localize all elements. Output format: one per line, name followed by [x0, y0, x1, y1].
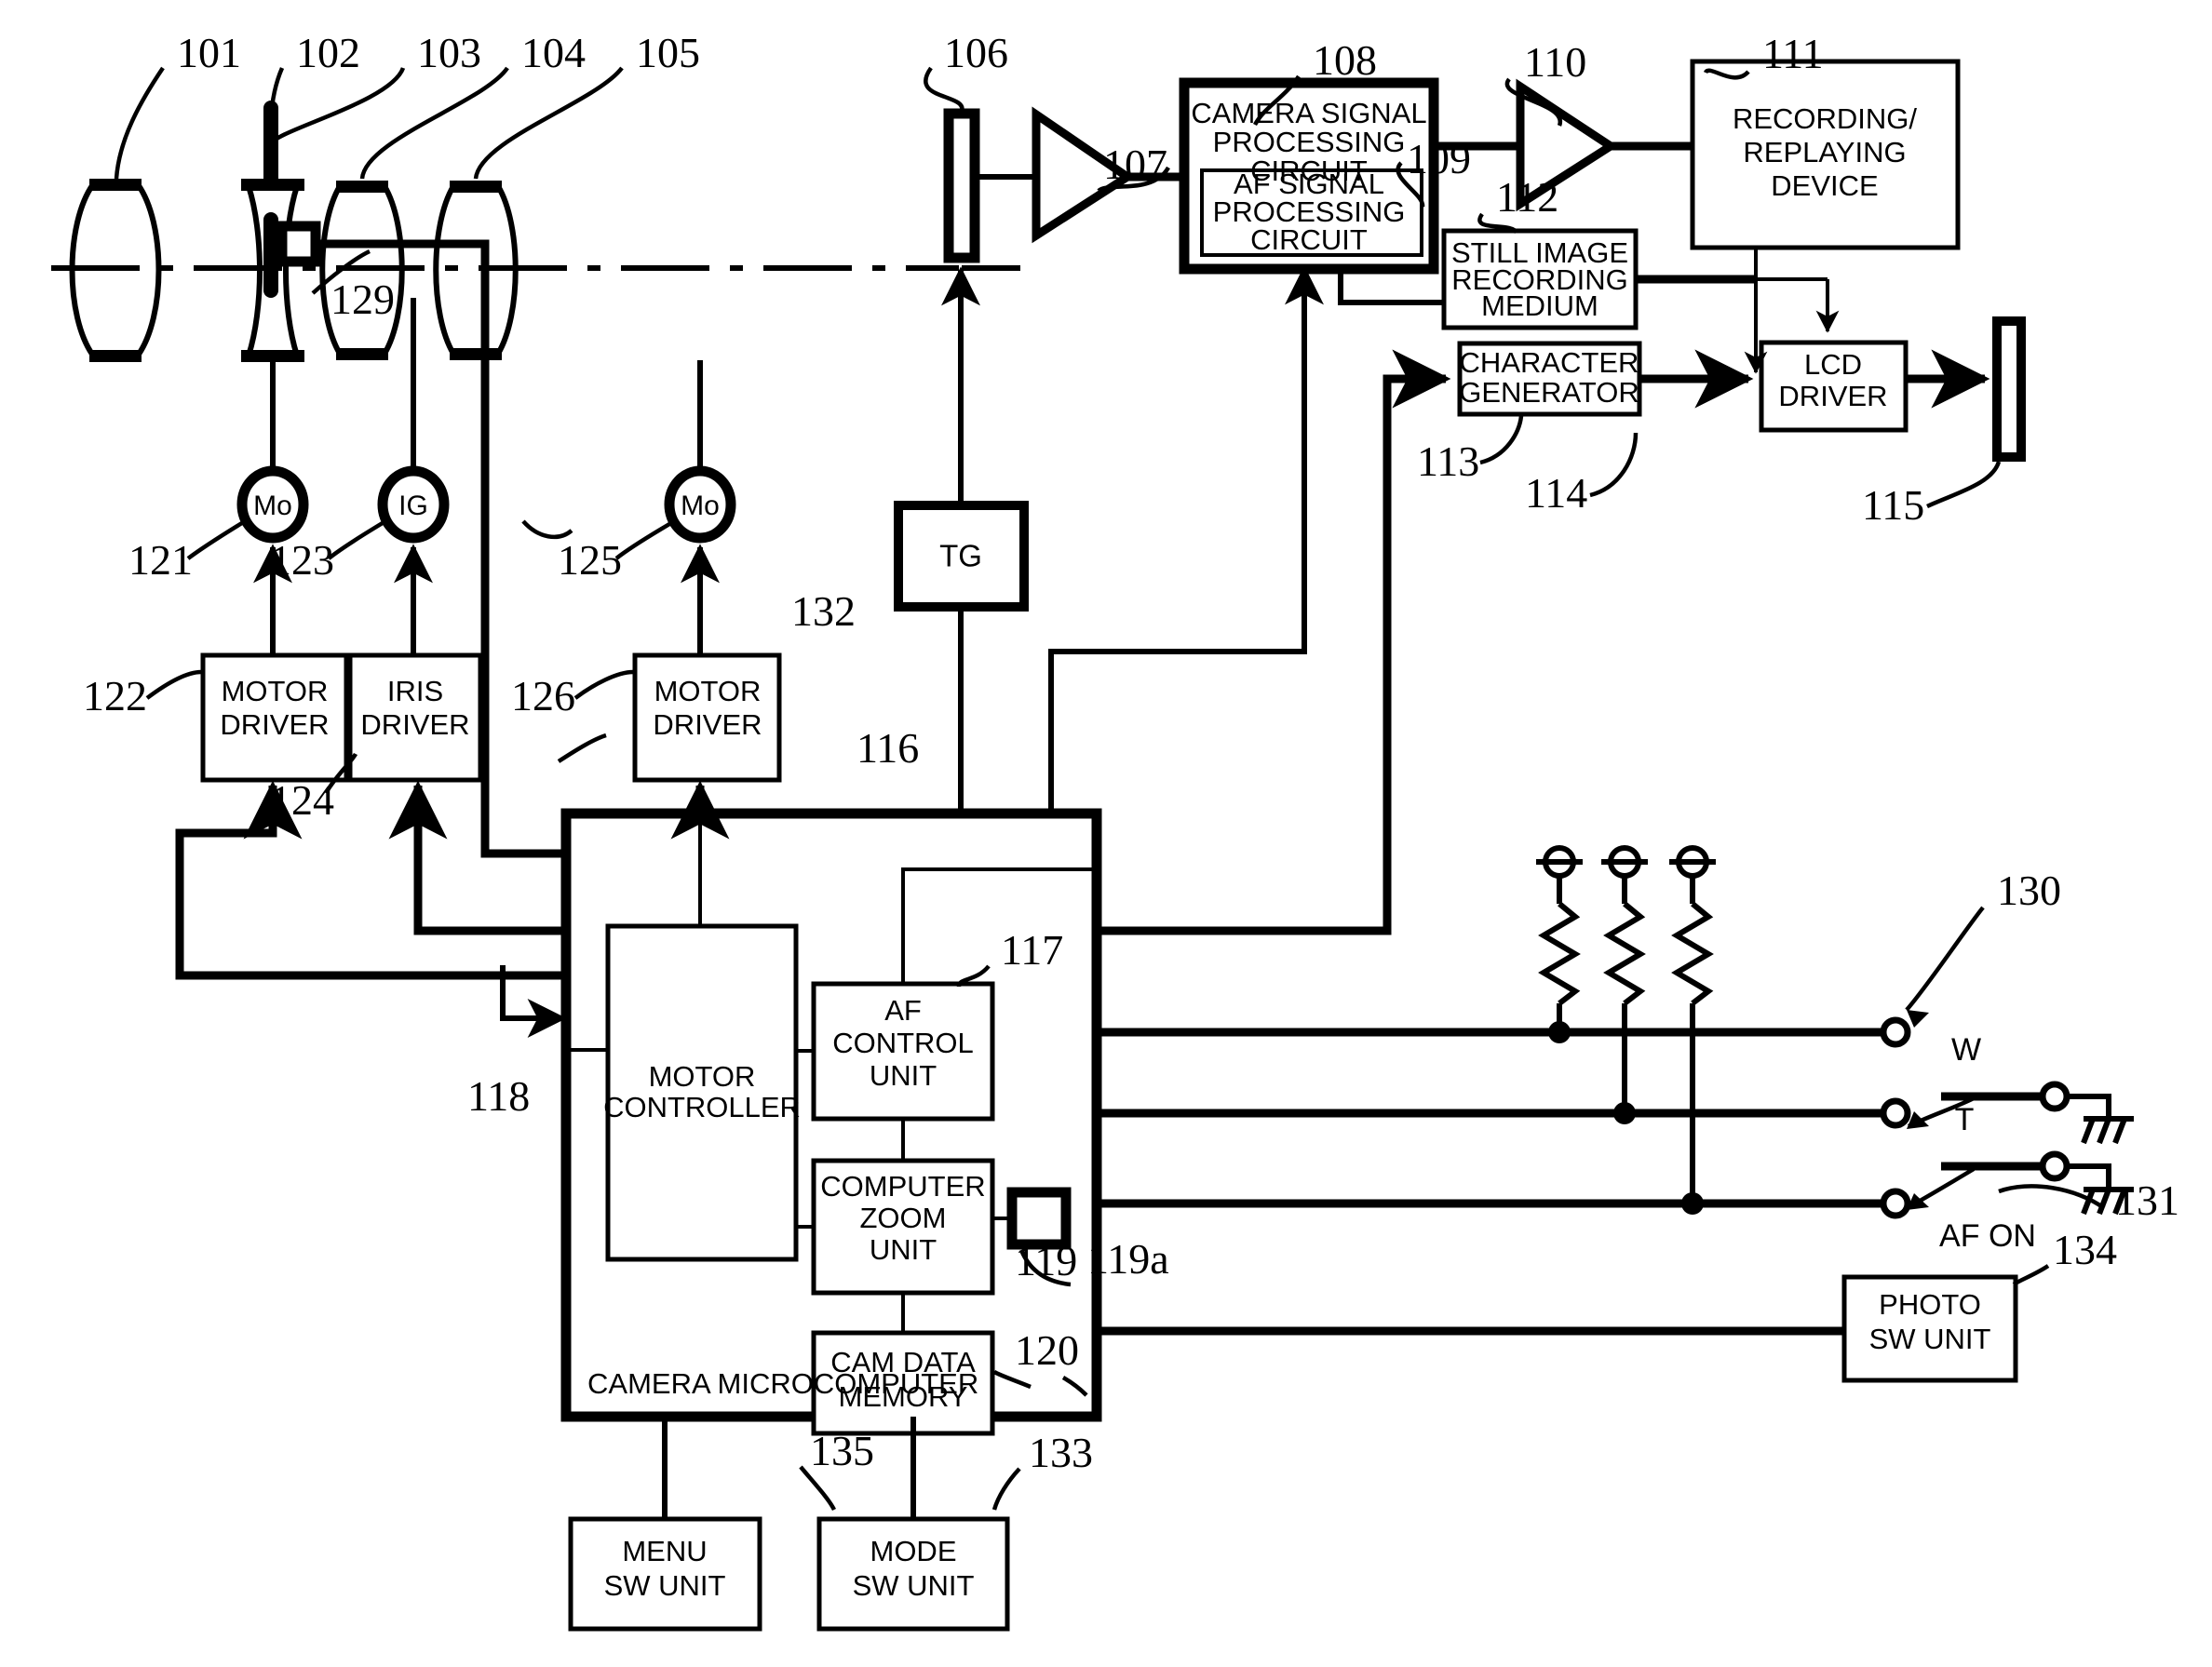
ref-119a: 119a: [1087, 1235, 1169, 1283]
lcd-driver-line-1: LCD: [1804, 348, 1862, 381]
camera-signal-line-1: CAMERA SIGNAL: [1191, 97, 1426, 129]
ref-112: 112: [1496, 173, 1558, 221]
still-image-line-3: MEDIUM: [1481, 289, 1598, 322]
motor-controller-line-1: MOTOR: [649, 1060, 756, 1093]
focus-motor-label: Mo: [681, 491, 720, 521]
iris-driver-line-1: IRIS: [387, 675, 443, 707]
af-control-line-1: AF: [884, 994, 922, 1027]
ref-122: 122: [83, 672, 147, 719]
ref-110: 110: [1524, 38, 1586, 86]
lcd-panel-115: [1992, 316, 2026, 462]
iris-meter-label: IG: [398, 491, 428, 521]
ref-130: 130: [1997, 867, 2061, 914]
ref-133: 133: [1029, 1429, 1093, 1476]
ref-123: 123: [270, 536, 334, 584]
ref-126: 126: [511, 672, 575, 719]
ref-117: 117: [1001, 926, 1063, 974]
ref-118: 118: [467, 1072, 530, 1120]
mode-sw-line-1: MODE: [870, 1535, 957, 1567]
ref-111: 111: [1762, 30, 1824, 77]
ref-104: 104: [521, 29, 586, 76]
switch-t-label: T: [1955, 1102, 1975, 1137]
photo-sw-line-2: SW UNIT: [1869, 1323, 1991, 1355]
ref-134: 134: [2053, 1226, 2117, 1273]
computer-zoom-line-2: ZOOM: [860, 1202, 947, 1234]
motor-driver-zoom-line-1: MOTOR: [222, 675, 329, 707]
ref-114: 114: [1525, 469, 1587, 517]
chargen-line-2: GENERATOR: [1459, 376, 1639, 409]
photo-sw-line-1: PHOTO: [1879, 1288, 1981, 1321]
output-amp-110: [1434, 78, 1693, 212]
mode-sw-line-2: SW UNIT: [853, 1569, 975, 1602]
zoom-motor-label: Mo: [253, 491, 292, 521]
ref-101: 101: [177, 29, 241, 76]
af-control-line-2: CONTROL: [832, 1027, 974, 1059]
ref-113: 113: [1417, 437, 1479, 485]
ref-103: 103: [417, 29, 481, 76]
ref-135: 135: [810, 1427, 874, 1474]
computer-zoom-line-1: COMPUTER: [820, 1170, 985, 1203]
camera-microcomputer-label: CAMERA MICROCOMPUTER: [587, 1367, 978, 1400]
tg-label: TG: [939, 539, 982, 573]
ref-106: 106: [944, 29, 1008, 76]
chargen-line-1: CHARACTER: [1460, 346, 1639, 379]
motor-driver-zoom-line-2: DRIVER: [220, 708, 329, 741]
camera-signal-line-2: PROCESSING: [1213, 126, 1406, 158]
switch-afon-label: AF ON: [1939, 1218, 2036, 1254]
ref-107: 107: [1103, 141, 1167, 188]
recording-line-3: DEVICE: [1771, 169, 1878, 202]
ref-102: 102: [296, 29, 360, 76]
iris-driver-line-2: DRIVER: [360, 708, 469, 741]
ref-119: 119: [1015, 1237, 1077, 1284]
iris-encoder-129: [276, 221, 321, 267]
menu-sw-line-1: MENU: [622, 1535, 707, 1567]
ref-121: 121: [128, 536, 193, 584]
recording-line-1: RECORDING/: [1733, 102, 1917, 135]
af-control-line-3: UNIT: [870, 1059, 937, 1092]
wiring: [175, 239, 2134, 1519]
ref-132: 132: [791, 587, 856, 635]
ref-105: 105: [636, 29, 700, 76]
lcd-driver-line-2: DRIVER: [1778, 380, 1887, 412]
patent-figure: 101 102 103 104 105 106 107 108 109 110 …: [0, 0, 2212, 1667]
ref-124: 124: [270, 776, 334, 824]
ref-109: 109: [1407, 135, 1471, 182]
ref-120: 120: [1015, 1326, 1079, 1374]
computer-zoom-line-3: UNIT: [870, 1233, 937, 1266]
ref-108: 108: [1313, 36, 1377, 84]
motor-controller-line-2: CONTROLLER: [603, 1091, 801, 1123]
ref-115: 115: [1862, 481, 1924, 529]
image-sensor-106: [943, 108, 980, 263]
ref-125: 125: [558, 536, 622, 584]
ref-131: 131: [2115, 1176, 2179, 1224]
menu-sw-line-2: SW UNIT: [604, 1569, 726, 1602]
motor-driver-focus-line-1: MOTOR: [654, 675, 762, 707]
switch-w-label: W: [1951, 1032, 1981, 1068]
recording-line-2: REPLAYING: [1743, 136, 1906, 168]
ref-129: 129: [330, 276, 395, 323]
motor-driver-focus-line-2: DRIVER: [653, 708, 762, 741]
ref-116: 116: [856, 724, 919, 772]
af-signal-line-3: CIRCUIT: [1250, 223, 1368, 256]
